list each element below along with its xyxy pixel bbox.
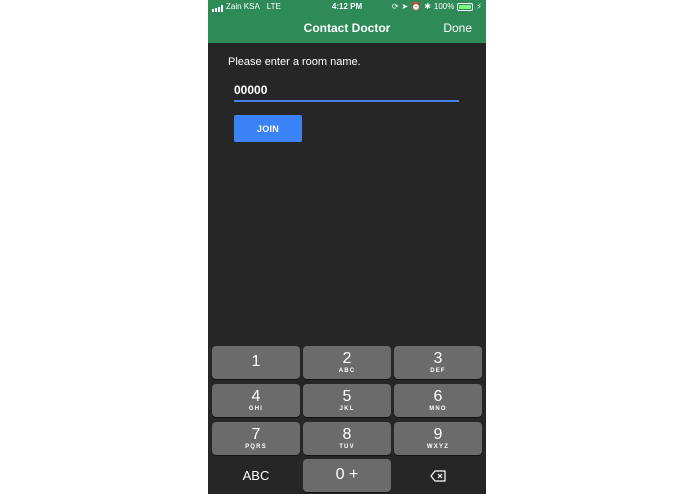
numeric-keypad: 1 2 ABC 3 DEF 4 GHI 5 JKL 6 MNO 7 PQRS 8… (208, 340, 486, 494)
key-digit: 4 (251, 388, 261, 405)
key-letters: MNO (429, 406, 447, 412)
join-button[interactable]: JOIN (234, 115, 302, 142)
key-digit: 7 (251, 426, 261, 443)
key-8[interactable]: 8 TUV (303, 422, 391, 455)
nav-bar: Contact Doctor Done (208, 13, 486, 43)
key-letters: JKL (339, 406, 355, 412)
key-digit: 1 (251, 353, 261, 370)
key-0[interactable]: 0 + (303, 459, 391, 492)
battery-fill (459, 4, 472, 9)
phone-screen: Zain KSA LTE 4:12 PM ⟳ ➤ ⏰ ✱ 100% ⚡ Cont… (208, 0, 486, 494)
status-bar: Zain KSA LTE 4:12 PM ⟳ ➤ ⏰ ✱ 100% ⚡ (208, 0, 486, 13)
room-name-input[interactable] (234, 80, 459, 102)
key-letters: DEF (430, 368, 446, 374)
key-digit: 0 + (335, 466, 359, 483)
key-digit: 8 (342, 426, 352, 443)
key-letters: PQRS (245, 444, 267, 450)
key-digit: 9 (433, 426, 443, 443)
backspace-icon (430, 469, 446, 482)
key-7[interactable]: 7 PQRS (212, 422, 300, 455)
key-letters: TUV (339, 444, 355, 450)
key-letters: WXYZ (426, 444, 450, 450)
battery-percent: 100% (433, 2, 455, 11)
key-2[interactable]: 2 ABC (303, 346, 391, 379)
key-digit: 3 (433, 350, 443, 367)
done-button[interactable]: Done (443, 13, 472, 43)
battery-icon (457, 2, 474, 11)
key-letters: ABC (338, 368, 356, 374)
room-prompt: Please enter a room name. (228, 56, 361, 68)
key-digit: 2 (342, 350, 352, 367)
alarm-icon: ⏰ (411, 2, 422, 11)
charging-icon: ⚡ (476, 2, 482, 11)
key-5[interactable]: 5 JKL (303, 384, 391, 417)
key-abc[interactable]: ABC (212, 459, 300, 492)
location-icon: ➤ (401, 2, 409, 11)
bluetooth-icon: ✱ (424, 2, 431, 11)
status-right: ⟳ ➤ ⏰ ✱ 100% ⚡ (392, 0, 482, 13)
key-digit: 5 (342, 388, 352, 405)
key-digit: 6 (433, 388, 443, 405)
key-letters: GHI (248, 406, 264, 412)
key-1[interactable]: 1 (212, 346, 300, 379)
lock-rotation-icon: ⟳ (391, 2, 399, 11)
key-3[interactable]: 3 DEF (394, 346, 482, 379)
key-4[interactable]: 4 GHI (212, 384, 300, 417)
key-9[interactable]: 9 WXYZ (394, 422, 482, 455)
key-delete[interactable] (394, 459, 482, 492)
key-6[interactable]: 6 MNO (394, 384, 482, 417)
